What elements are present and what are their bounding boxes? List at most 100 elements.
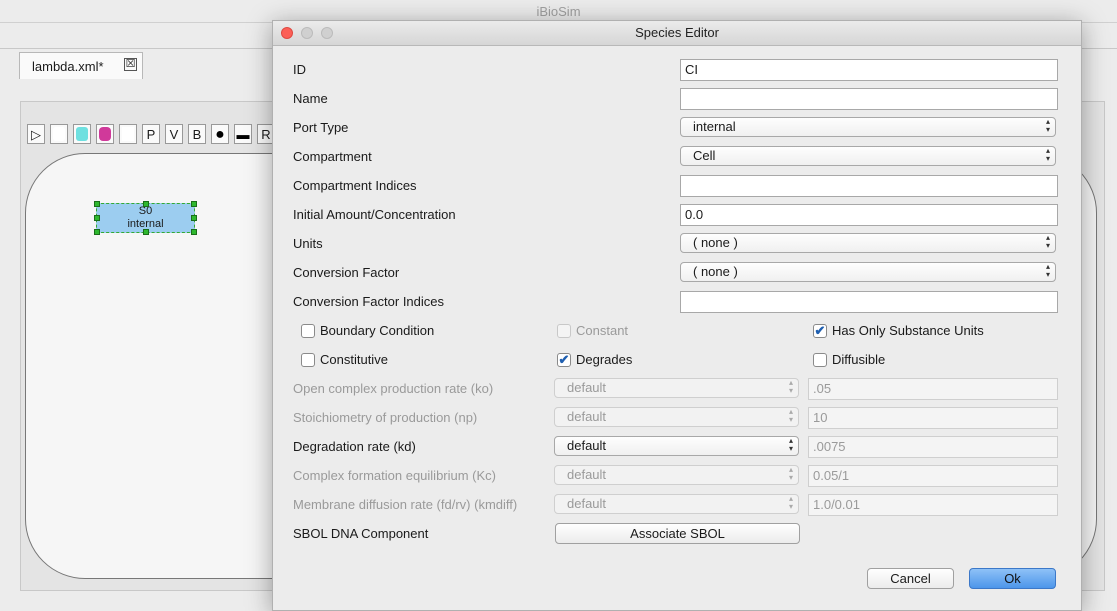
initial-amount-label: Initial Amount/Concentration	[293, 207, 456, 222]
compartment-tool-button[interactable]	[50, 124, 68, 144]
editor-toolbar: ▷ P V B ● ▬ R	[27, 124, 277, 146]
kd-label: Degradation rate (kd)	[293, 439, 416, 454]
port-type-value: internal	[693, 119, 736, 134]
ko-select: default ▴ ▾	[554, 378, 799, 398]
associate-sbol-button[interactable]: Associate SBOL	[555, 523, 800, 544]
stepper-arrows-icon: ▴ ▾	[788, 465, 793, 482]
compartment-value: Cell	[693, 148, 716, 163]
stepper-arrows-icon: ▴ ▾	[788, 494, 793, 511]
kd-field: .0075	[808, 436, 1058, 458]
stepper-arrows-icon: ▴ ▾	[1045, 146, 1050, 163]
document-tab[interactable]: lambda.xml* ☒	[19, 52, 143, 79]
ok-button[interactable]: Ok	[969, 568, 1056, 589]
constitutive-label: Constitutive	[320, 352, 388, 367]
initial-amount-field[interactable]: 0.0	[680, 204, 1058, 226]
stepper-arrows-icon: ▴ ▾	[788, 378, 793, 395]
degrades-checkbox[interactable]: ✔	[557, 353, 571, 367]
name-field[interactable]	[680, 88, 1058, 110]
compartment-label: Compartment	[293, 149, 372, 164]
conversion-factor-select[interactable]: ( none ) ▴ ▾	[680, 262, 1056, 282]
sbol-label: SBOL DNA Component	[293, 526, 429, 541]
tab-close-icon[interactable]: ☒	[124, 58, 137, 71]
constant-checkbox	[557, 324, 571, 338]
stepper-arrows-icon: ▴ ▾	[1045, 262, 1050, 279]
ko-field: .05	[808, 378, 1058, 400]
resize-handle[interactable]	[94, 229, 100, 235]
species-tool-button[interactable]	[73, 124, 91, 144]
kd-select-value: default	[567, 438, 607, 453]
resize-handle[interactable]	[143, 229, 149, 235]
window-minimize-icon	[301, 27, 313, 39]
resize-handle[interactable]	[191, 229, 197, 235]
compartment-tool-icon	[53, 127, 65, 141]
kmdiff-select-value: default	[567, 496, 607, 511]
compartment-indices-label: Compartment Indices	[293, 178, 417, 193]
kmdiff-label: Membrane diffusion rate (fd/rv) (kmdiff)	[293, 497, 518, 512]
np-label: Stoichiometry of production (np)	[293, 410, 478, 425]
resize-handle[interactable]	[191, 201, 197, 207]
np-select: default ▴ ▾	[554, 407, 799, 427]
compartment-select[interactable]: Cell ▴ ▾	[680, 146, 1056, 166]
window-zoom-icon	[321, 27, 333, 39]
resize-handle[interactable]	[94, 215, 100, 221]
dialog-title: Species Editor	[635, 25, 719, 40]
conversion-factor-indices-label: Conversion Factor Indices	[293, 294, 445, 309]
port-type-label: Port Type	[293, 120, 349, 135]
diffusible-checkbox[interactable]	[813, 353, 827, 367]
boundary-condition-label: Boundary Condition	[320, 323, 435, 338]
kd-select[interactable]: default ▴ ▾	[554, 436, 799, 456]
degrades-label: Degrades	[576, 352, 633, 367]
event-tool-button[interactable]: ●	[211, 124, 229, 144]
stepper-arrows-icon: ▴ ▾	[1045, 117, 1050, 134]
document-tab-label: lambda.xml*	[32, 59, 104, 74]
rule-tool-button[interactable]: ▬	[234, 124, 252, 144]
variable-tool-button[interactable]: V	[165, 124, 183, 144]
select-tool-button[interactable]: ▷	[27, 124, 45, 144]
resize-handle[interactable]	[143, 201, 149, 207]
stepper-arrows-icon: ▴ ▾	[788, 407, 793, 424]
has-only-substance-units-label: Has Only Substance Units	[832, 323, 984, 338]
window-close-icon[interactable]	[281, 27, 293, 39]
species-tool-icon	[76, 127, 88, 141]
kmdiff-field: 1.0/0.01	[808, 494, 1058, 516]
has-only-substance-units-checkbox[interactable]: ✔	[813, 324, 827, 338]
species-node[interactable]: S0 internal	[94, 201, 197, 235]
kc-select-value: default	[567, 467, 607, 482]
conversion-factor-label: Conversion Factor	[293, 265, 400, 280]
reaction-tool-button[interactable]	[96, 124, 114, 144]
id-label: ID	[293, 62, 306, 77]
component-tool-icon	[122, 127, 134, 141]
kmdiff-select: default ▴ ▾	[554, 494, 799, 514]
name-label: Name	[293, 91, 328, 106]
kc-select: default ▴ ▾	[554, 465, 799, 485]
app-title: iBioSim	[536, 4, 581, 19]
ko-label: Open complex production rate (ko)	[293, 381, 494, 396]
units-select[interactable]: ( none ) ▴ ▾	[680, 233, 1056, 253]
units-label: Units	[293, 236, 323, 251]
promoter-tool-button[interactable]: P	[142, 124, 160, 144]
stepper-arrows-icon: ▴ ▾	[788, 436, 793, 453]
boundary-condition-checkbox[interactable]	[301, 324, 315, 338]
resize-handle[interactable]	[94, 201, 100, 207]
reaction-tool-icon	[99, 127, 111, 141]
component-tool-button[interactable]	[119, 124, 137, 144]
species-editor-dialog: Species Editor ID Name Port Type Compart…	[272, 20, 1082, 611]
diffusible-label: Diffusible	[832, 352, 886, 367]
kc-field: 0.05/1	[808, 465, 1058, 487]
constant-label: Constant	[576, 323, 629, 338]
compartment-indices-field[interactable]	[680, 175, 1058, 197]
conversion-factor-indices-field[interactable]	[680, 291, 1058, 313]
cancel-button[interactable]: Cancel	[867, 568, 954, 589]
port-type-select[interactable]: internal ▴ ▾	[680, 117, 1056, 137]
np-select-value: default	[567, 409, 607, 424]
resize-handle[interactable]	[191, 215, 197, 221]
ko-select-value: default	[567, 380, 607, 395]
conversion-factor-value: ( none )	[693, 264, 738, 279]
units-value: ( none )	[693, 235, 738, 250]
stepper-arrows-icon: ▴ ▾	[1045, 233, 1050, 250]
id-field[interactable]: CI	[680, 59, 1058, 81]
np-field: 10	[808, 407, 1058, 429]
constitutive-checkbox[interactable]	[301, 353, 315, 367]
boolean-tool-button[interactable]: B	[188, 124, 206, 144]
kc-label: Complex formation equilibrium (Kc)	[293, 468, 497, 483]
